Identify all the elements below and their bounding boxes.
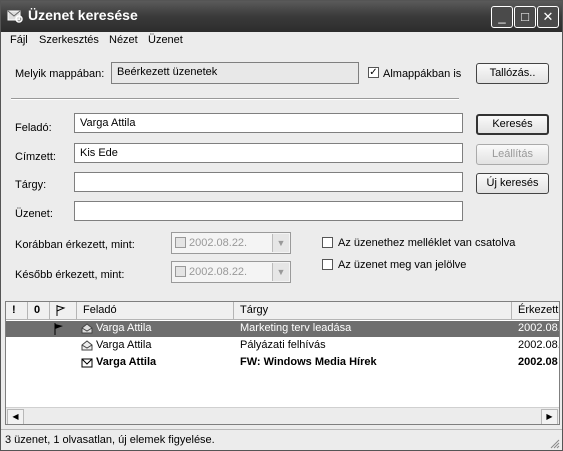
chevron-down-icon[interactable]: ▼ [272, 263, 289, 281]
priority-column-header[interactable]: ! [6, 302, 28, 320]
new-search-button[interactable]: Új keresés [476, 173, 549, 194]
row-from: Varga Attila [96, 339, 152, 351]
row-received: 2002.08. [518, 339, 559, 351]
row-subject: Marketing terv leadása [240, 322, 352, 334]
is-flagged-label: Az üzenet meg van jelölve [338, 259, 467, 271]
is-flagged-checkbox[interactable] [322, 259, 333, 270]
received-after-picker[interactable]: 2002.08.22. ▼ [171, 261, 291, 283]
browse-button[interactable]: Tallózás.. [476, 63, 549, 84]
received-before-picker[interactable]: 2002.08.22. ▼ [171, 232, 291, 254]
received-before-label: Korábban érkezett, mint: [15, 239, 135, 251]
results-list: ! 0 Feladó Tárgy Érkezett Varga Attila M… [5, 301, 560, 425]
find-message-icon [7, 10, 23, 23]
read-envelope-icon [81, 340, 93, 351]
received-after-checkbox[interactable] [175, 266, 186, 277]
menu-view[interactable]: Nézet [109, 34, 138, 46]
has-attachment-label: Az üzenethez melléklet van csatolva [338, 237, 516, 249]
stop-button[interactable]: Leállítás [476, 144, 549, 165]
flag-icon [56, 305, 66, 316]
divider [11, 98, 459, 100]
subject-column-header[interactable]: Tárgy [234, 302, 512, 320]
folder-label: Melyik mappában: [15, 68, 105, 80]
flag-icon [54, 323, 63, 335]
menu-bar: Fájl Szerkesztés Nézet Üzenet [1, 32, 562, 50]
close-button[interactable]: ✕ [537, 6, 559, 28]
folder-field: Beérkezett üzenetek [111, 62, 359, 84]
to-label: Címzett: [15, 151, 56, 163]
body-label: Üzenet: [15, 208, 53, 220]
subject-field[interactable] [74, 172, 463, 192]
row-from: Varga Attila [96, 322, 152, 334]
scroll-right-icon[interactable]: ▶ [541, 409, 558, 424]
row-from: Varga Attila [96, 356, 157, 368]
received-column-header[interactable]: Érkezett [512, 302, 559, 320]
row-received: 2002.08. [518, 322, 559, 334]
scroll-left-icon[interactable]: ◀ [7, 409, 24, 424]
search-button[interactable]: Keresés [476, 114, 549, 135]
minimize-button[interactable]: _ [491, 6, 513, 28]
maximize-button[interactable]: □ [514, 6, 536, 28]
subfolders-checkbox[interactable]: ✓ [368, 67, 379, 78]
find-message-window: Üzenet keresése _ □ ✕ Fájl Szerkesztés N… [0, 0, 563, 451]
table-row[interactable]: Varga Attila Marketing terv leadása 2002… [6, 321, 559, 337]
title-bar[interactable]: Üzenet keresése _ □ ✕ [1, 1, 562, 32]
status-bar: 3 üzenet, 1 olvasatlan, új elemek figyel… [1, 429, 562, 450]
from-label: Feladó: [15, 122, 52, 134]
resize-grip-icon[interactable] [550, 439, 560, 449]
row-subject: FW: Windows Media Hírek [240, 356, 377, 368]
menu-file[interactable]: Fájl [10, 34, 28, 46]
horizontal-scrollbar[interactable]: ◀ ▶ [6, 407, 559, 424]
received-before-date: 2002.08.22. [189, 237, 248, 249]
status-text: 3 üzenet, 1 olvasatlan, új elemek figyel… [5, 434, 215, 446]
read-envelope-icon [81, 323, 93, 334]
chevron-down-icon[interactable]: ▼ [272, 234, 289, 252]
window-title: Üzenet keresése [28, 7, 138, 23]
menu-message[interactable]: Üzenet [148, 34, 183, 46]
subject-label: Tárgy: [15, 179, 47, 191]
subfolders-label: Almappákban is [383, 68, 462, 80]
received-after-date: 2002.08.22. [189, 266, 248, 278]
from-column-header[interactable]: Feladó [77, 302, 234, 320]
row-subject: Pályázati felhívás [240, 339, 326, 351]
body-field[interactable] [74, 201, 463, 221]
table-row[interactable]: Varga Attila FW: Windows Media Hírek 200… [6, 355, 559, 371]
from-field[interactable]: Varga Attila [74, 113, 463, 133]
unread-envelope-icon [81, 358, 93, 368]
row-received: 2002.08 [518, 356, 558, 368]
to-field[interactable]: Kis Ede [74, 143, 463, 163]
menu-edit[interactable]: Szerkesztés [39, 34, 99, 46]
table-row[interactable]: Varga Attila Pályázati felhívás 2002.08. [6, 338, 559, 354]
attachment-column-header[interactable]: 0 [28, 302, 50, 320]
flag-column-header[interactable] [50, 302, 77, 320]
received-after-label: Később érkezett, mint: [15, 269, 125, 281]
received-before-checkbox[interactable] [175, 237, 186, 248]
has-attachment-checkbox[interactable] [322, 237, 333, 248]
